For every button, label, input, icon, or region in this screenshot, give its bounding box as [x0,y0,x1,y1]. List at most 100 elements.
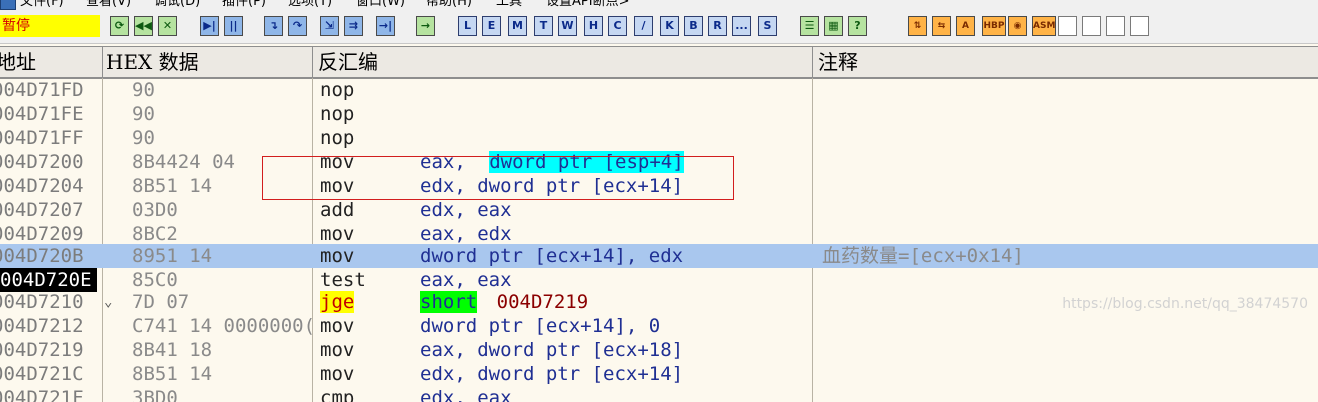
column-comment[interactable]: 注释 [814,47,858,77]
toolbar-button-memory[interactable]: M [508,16,527,36]
asm-button[interactable]: ASM [1032,16,1056,36]
trace-over-button[interactable]: ⇉ [344,16,363,36]
column-address[interactable]: 地址 [0,47,36,77]
code-row[interactable]: 004D71FD 90 nop [0,78,1318,102]
open-file-button[interactable]: ⟳ [110,16,129,36]
menu-help[interactable]: 帮助(H) [426,0,472,8]
row-address: 004D7219 [0,339,84,361]
code-row[interactable]: 004D721C 8B51 14 mov edx, dword ptr [ecx… [0,362,1318,386]
row-mnemonic: cmp [320,387,355,402]
plugin-icon-2[interactable]: ⇆ [932,16,951,36]
toolbar-button-references[interactable]: R [708,16,727,36]
column-divider[interactable] [812,47,813,77]
row-address: 004D721F [0,387,84,402]
watermark: https://blog.csdn.net/qq_38474570 [1062,296,1308,312]
row-operands: dword ptr [ecx+14], edx [420,245,684,267]
code-row[interactable]: 004D7212 C741 14 0000000( mov dword ptr … [0,314,1318,338]
close-button[interactable]: ✕ [158,16,177,36]
code-row-selected[interactable]: 004D720B 8951 14 mov dword ptr [ecx+14],… [0,244,1318,268]
run-button[interactable]: ▶| [200,16,219,36]
toolbar-button-log[interactable]: L [458,16,477,36]
row-mnemonic: mov [320,363,355,385]
menu-options[interactable]: 选项(T) [288,0,332,8]
row-hex: 8B41 18 [132,339,213,361]
toolbar-button-windows[interactable]: W [558,16,577,36]
toolbar-button-run-trace[interactable]: ... [732,16,751,36]
disassembly-pane[interactable]: 004D71FD 90 nop 004D71FE 90 nop 004D71FF… [0,78,1318,402]
row-operands: eax, eax [420,269,512,291]
row-address: 004D71FD [0,79,84,101]
code-row[interactable]: 004D71FF 90 nop [0,126,1318,150]
go-to-button[interactable]: → [416,16,435,36]
row-address: 004D7207 [0,199,84,221]
plugin-icon-3[interactable]: A [956,16,975,36]
row-hex: 85C0 [132,269,178,291]
eip-address: 004D720E [0,268,97,292]
plugin-icon-1[interactable]: ⇅ [908,16,927,36]
help-icon[interactable]: ? [848,16,867,36]
row-address: 004D7200 [0,151,84,173]
plugin-slot-3[interactable] [1106,16,1125,36]
execute-till-return-button[interactable]: →| [376,16,395,36]
menu-tools[interactable]: 工具 [496,0,522,8]
toolbar-button-patches[interactable]: / [634,16,653,36]
step-into-button[interactable]: ↴ [264,16,283,36]
app-icon [0,0,16,10]
row-address: 004D71FE [0,103,84,125]
row-operands: dword ptr [ecx+14], 0 [420,315,661,337]
toolbar-button-call-stack[interactable]: K [660,16,679,36]
code-row[interactable]: 004D7219 8B41 18 mov eax, dword ptr [ecx… [0,338,1318,362]
row-mnemonic: mov [320,223,355,245]
menu-view[interactable]: 查看(V) [86,0,131,8]
row-address: 004D721C [0,363,84,385]
toolbar-button-threads[interactable]: T [534,16,553,36]
menu-window[interactable]: 窗口(W) [356,0,405,8]
plugin-slot-1[interactable] [1058,16,1077,36]
restart-button[interactable]: ◀◀ [134,16,153,36]
toolbar-button-cpu[interactable]: C [608,16,627,36]
list-icon[interactable]: ☰ [800,16,819,36]
code-row-current[interactable]: 004D720E 85C0 test eax, eax [0,268,1318,292]
toolbar-button-breakpoints[interactable]: B [684,16,703,36]
annotation-box [262,156,734,200]
toolbar-button-handles[interactable]: H [584,16,603,36]
row-mnemonic: mov [320,315,355,337]
menu-debug[interactable]: 调试(D) [154,0,200,8]
row-mnemonic: jge [320,290,410,314]
menu-set-api-breakpoint[interactable]: 设置API断点> [546,0,629,8]
toolbar-button-source[interactable]: S [758,16,777,36]
row-address: 004D720B [0,245,84,267]
row-operands: eax, dword ptr [ecx+18] [420,339,684,361]
row-operands: edx, eax [420,387,512,402]
step-over-button[interactable]: ↷ [288,16,307,36]
row-comment[interactable]: 血药数量=[ecx+0x14] [822,244,1318,268]
row-hex: 03D0 [132,199,178,221]
row-address: 004D7204 [0,175,84,197]
menu-file[interactable]: 文件(F) [20,0,64,8]
column-disassembly[interactable]: 反汇编 [314,47,378,77]
row-mnemonic: mov [320,245,355,267]
code-row[interactable]: 004D71FE 90 nop [0,102,1318,126]
options-icon[interactable]: ▦ [824,16,843,36]
hbp-button[interactable]: HBP [982,16,1006,36]
column-divider[interactable] [312,47,313,77]
plugin-icon-4[interactable]: ◉ [1008,16,1027,36]
code-row[interactable]: 004D7207 03D0 add edx, eax [0,198,1318,222]
plugin-slot-4[interactable] [1130,16,1149,36]
plugin-slot-2[interactable] [1082,16,1101,36]
trace-into-button[interactable]: ⇲ [320,16,339,36]
pause-button[interactable]: || [224,16,243,36]
jump-mnemonic-highlight: jge [320,291,355,313]
menu-plugins[interactable]: 插件(P) [222,0,266,8]
code-row[interactable]: 004D721F 3BD0 cmp edx, eax [0,386,1318,402]
row-address: 004D71FF [0,127,84,149]
row-operands: edx, dword ptr [ecx+14] [420,363,684,385]
toolbar-button-modules[interactable]: E [482,16,501,36]
jump-arrow-icon: ⌄ [104,294,113,310]
row-address: 004D7212 [0,315,84,337]
jump-target[interactable]: 004D7219 [497,291,589,313]
row-operands: edx, eax [420,199,512,221]
code-row[interactable]: 004D7209 8BC2 mov eax, edx [0,222,1318,246]
column-hex[interactable]: HEX 数据 [102,47,199,77]
row-mnemonic: nop [320,127,355,149]
